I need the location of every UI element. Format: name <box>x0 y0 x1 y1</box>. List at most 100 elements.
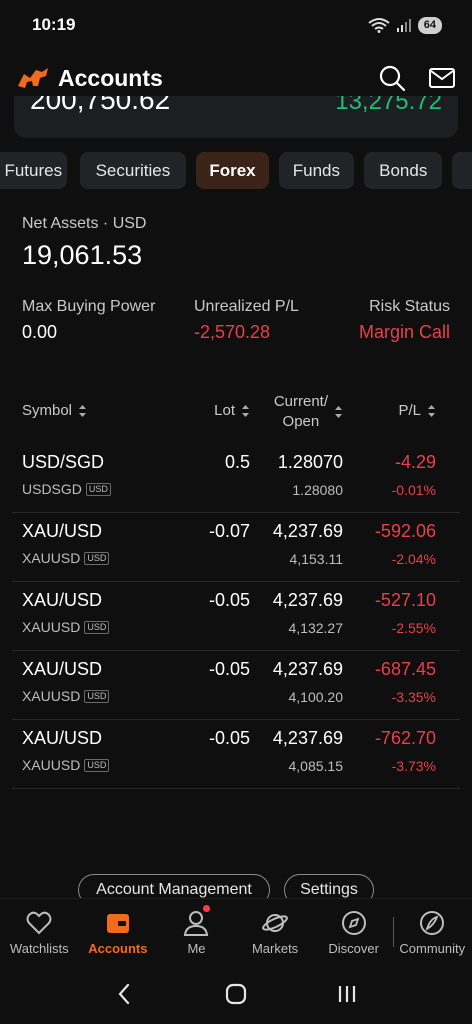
nav-community-label: Community <box>399 941 466 956</box>
position-lot: -0.05 <box>208 728 250 748</box>
risk-status-value[interactable]: Margin Call <box>359 322 450 343</box>
risk-status-label: Risk Status <box>369 298 450 315</box>
card-total-value: 200,750.62 <box>30 96 171 115</box>
sort-icon <box>79 404 87 417</box>
currency-tag: USD <box>85 482 111 496</box>
tab-funds[interactable]: Funds <box>278 152 355 189</box>
nav-markets-label: Markets <box>251 941 299 956</box>
bull-logo-icon <box>18 68 48 88</box>
planet-icon <box>262 914 288 932</box>
table-row[interactable]: XAU/USD XAUUSD USD -0.05 4,237.69 4,085.1… <box>0 720 472 789</box>
nav-community[interactable]: Community <box>392 899 472 964</box>
position-symbol: XAU/USD <box>22 728 103 748</box>
tab-futures[interactable]: Futures <box>0 152 67 189</box>
sort-icon <box>335 406 342 418</box>
position-lot: -0.05 <box>208 590 250 610</box>
buying-power: Max Buying Power 0.00 <box>22 298 155 343</box>
bottom-nav: Watchlists Accounts Me Markets Discover <box>0 898 472 964</box>
community-icon <box>420 911 445 935</box>
position-pl: -527.10 <box>374 590 436 610</box>
table-row[interactable]: XAU/USD XAUUSD USD -0.07 4,237.69 4,153.1… <box>0 513 472 582</box>
position-open: 1.28080 <box>292 482 343 498</box>
column-symbol[interactable]: Symbol <box>22 402 87 419</box>
position-symbol: XAU/USD <box>22 521 103 541</box>
nav-watchlists[interactable]: Watchlists <box>0 899 79 964</box>
battery-indicator: 64 <box>417 16 442 34</box>
column-pl-label: P/L <box>398 402 421 419</box>
home-icon[interactable] <box>224 982 248 1006</box>
position-current: 4,237.69 <box>272 590 343 610</box>
position-current: 4,237.69 <box>272 521 343 541</box>
currency-tag: USD <box>84 551 110 565</box>
nav-watchlists-label: Watchlists <box>9 941 69 956</box>
tab-bonds[interactable]: Bonds <box>364 152 443 189</box>
column-current-label: Current/ <box>273 393 328 410</box>
position-pl-pct: -0.01% <box>391 482 436 498</box>
position-code-text: XAUUSD <box>22 550 81 566</box>
position-code: XAUUSD USD <box>22 619 110 635</box>
card-change-value: 13,275.72 <box>335 96 442 115</box>
position-current: 4,237.69 <box>272 728 343 748</box>
position-current: 4,237.69 <box>272 659 343 679</box>
buying-power-value: 0.00 <box>22 322 58 342</box>
heart-icon <box>26 911 52 935</box>
position-symbol: XAU/USD <box>22 659 103 679</box>
position-code-text: XAUUSD <box>22 757 81 773</box>
search-icon[interactable] <box>378 64 406 92</box>
currency-tag: USD <box>84 620 110 634</box>
compass-icon <box>341 911 366 935</box>
status-bar: 10:19 64 <box>0 0 472 50</box>
position-symbol: XAU/USD <box>22 590 103 610</box>
table-row[interactable]: USD/SGD USDSGD USD 0.5 1.28070 1.28080 -4… <box>0 444 472 513</box>
column-lot-label: Lot <box>214 402 235 419</box>
risk-status: Risk Status Margin Call <box>359 298 450 343</box>
account-summary-card: 200,750.62 13,275.72 <box>14 96 458 138</box>
column-current-open[interactable]: Current/ Open <box>274 392 343 432</box>
column-symbol-label: Symbol <box>22 402 73 419</box>
unrealized-pl: Unrealized P/L -2,570.28 <box>194 298 299 343</box>
nav-discover-label: Discover <box>328 941 379 956</box>
nav-accounts[interactable]: Accounts <box>79 899 158 964</box>
position-pl-pct: -2.55% <box>391 620 436 636</box>
recents-icon[interactable] <box>335 982 359 1006</box>
net-assets-label: Net Assets · USD <box>22 215 147 232</box>
position-code: XAUUSD USD <box>22 757 110 773</box>
table-row[interactable]: XAU/USD XAUUSD USD -0.05 4,237.69 4,132.2… <box>0 582 472 651</box>
position-symbol: USD/SGD <box>22 452 105 472</box>
position-pl: -592.06 <box>374 521 436 541</box>
position-pl-pct: -2.04% <box>391 551 436 567</box>
currency-tag: USD <box>84 758 110 772</box>
position-lot: -0.05 <box>208 659 250 679</box>
position-open: 4,132.27 <box>288 620 344 636</box>
table-row[interactable]: XAU/USD XAUUSD USD -0.05 4,237.69 4,100.2… <box>0 651 472 720</box>
column-current-open-label: Current/ Open <box>274 392 328 432</box>
page-title: Accounts <box>58 64 163 91</box>
unrealized-pl-value: -2,570.28 <box>194 322 271 342</box>
column-pl[interactable]: P/L <box>398 402 436 419</box>
unrealized-pl-label: Unrealized P/L <box>194 298 299 315</box>
nav-me[interactable]: Me <box>157 899 236 964</box>
back-icon[interactable] <box>113 982 137 1006</box>
signal-icon <box>396 19 411 32</box>
position-open: 4,153.11 <box>289 551 343 567</box>
row-divider <box>12 788 460 789</box>
mail-icon[interactable] <box>428 64 456 92</box>
position-code-text: XAUUSD <box>22 688 81 704</box>
nav-discover[interactable]: Discover <box>314 899 393 964</box>
position-pl: -4.29 <box>394 452 436 472</box>
sort-icon <box>428 404 435 417</box>
position-code: USDSGD USD <box>22 481 111 497</box>
nav-accounts-label: Accounts <box>88 941 148 956</box>
position-lot: 0.5 <box>224 452 250 472</box>
nav-markets[interactable]: Markets <box>236 899 315 964</box>
tab-more[interactable] <box>452 152 472 189</box>
sort-icon <box>242 404 249 417</box>
tab-forex[interactable]: Forex <box>196 152 269 189</box>
position-code-text: XAUUSD <box>22 619 81 635</box>
position-pl-pct: -3.35% <box>391 689 436 705</box>
nav-me-label: Me <box>187 941 206 956</box>
column-open-label: Open <box>282 413 320 430</box>
tab-securities[interactable]: Securities <box>79 152 187 189</box>
column-lot[interactable]: Lot <box>214 402 250 419</box>
system-nav-bar <box>0 964 472 1024</box>
